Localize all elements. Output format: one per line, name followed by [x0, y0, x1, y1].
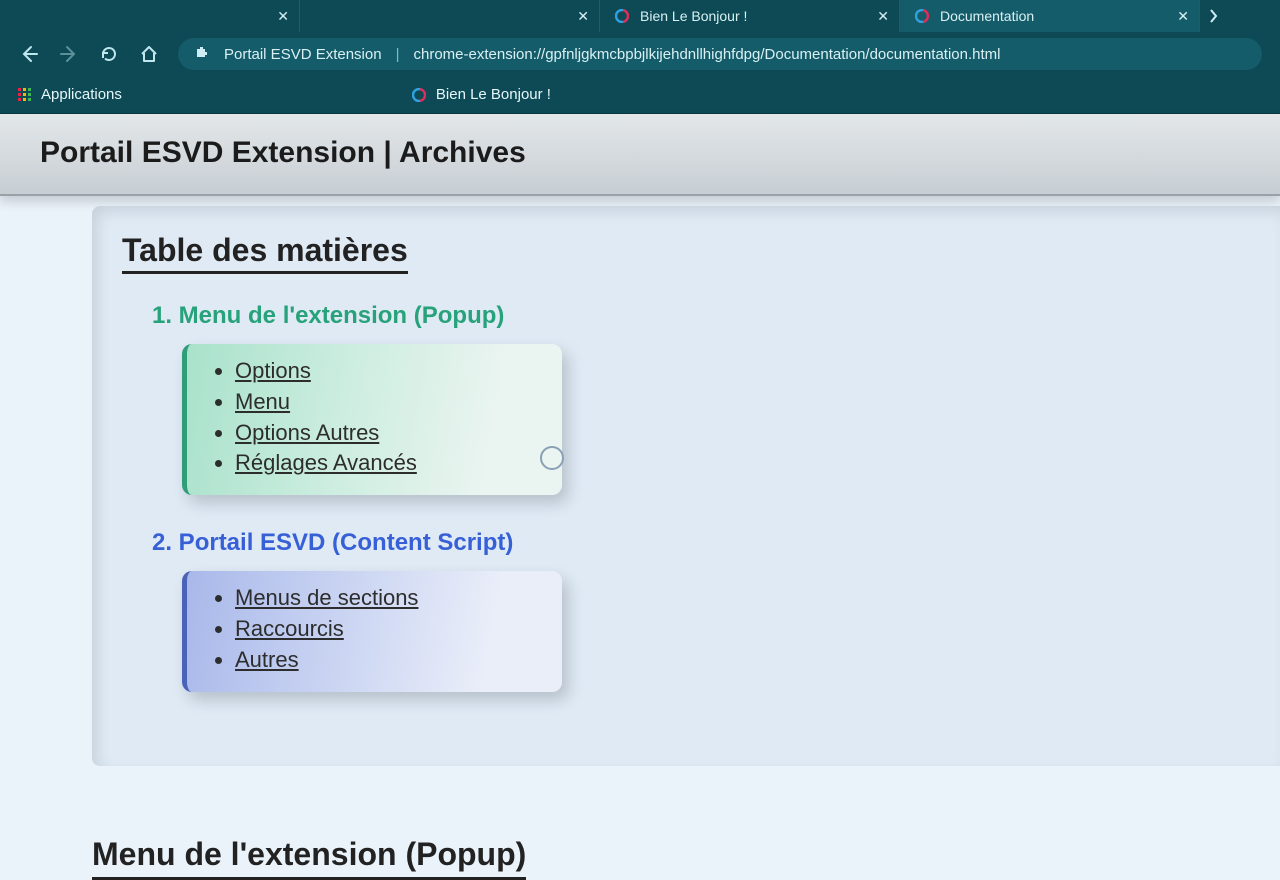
- extension-favicon-icon: [412, 88, 426, 102]
- toc-section-popup[interactable]: 1. Menu de l'extension (Popup): [152, 302, 1280, 330]
- toc-link-options[interactable]: Options: [235, 358, 311, 383]
- address-bar[interactable]: Portail ESVD Extension | chrome-extensio…: [178, 38, 1262, 70]
- apps-grid-icon: [18, 88, 31, 101]
- toc-link-reglages-avances[interactable]: Réglages Avancés: [235, 450, 417, 475]
- toc-link-menus-sections[interactable]: Menus de sections: [235, 585, 418, 610]
- list-item: Options: [235, 356, 538, 387]
- tab-1[interactable]: ✕: [0, 0, 300, 32]
- toc-link-options-autres[interactable]: Options Autres: [235, 420, 379, 445]
- reload-button[interactable]: [98, 43, 120, 65]
- list-item: Options Autres: [235, 418, 538, 449]
- arrow-right-icon: [59, 44, 79, 64]
- tab-documentation[interactable]: Documentation ✕: [900, 0, 1200, 32]
- tab-bien-le-bonjour[interactable]: Bien Le Bonjour ! ✕: [600, 0, 900, 32]
- bookmark-bien-le-bonjour[interactable]: Bien Le Bonjour !: [412, 86, 551, 103]
- close-icon[interactable]: ✕: [577, 9, 589, 23]
- tab-title: Documentation: [940, 8, 1034, 24]
- tab-2[interactable]: ✕: [300, 0, 600, 32]
- bookmark-applications[interactable]: Applications: [18, 86, 122, 103]
- reload-icon: [99, 44, 119, 64]
- list-item: Autres: [235, 645, 538, 676]
- home-button[interactable]: [138, 43, 160, 65]
- table-of-contents: Table des matières 1. Menu de l'extensio…: [92, 206, 1280, 766]
- arrow-left-icon: [19, 44, 39, 64]
- close-icon[interactable]: ✕: [877, 9, 889, 23]
- documentation-page: Portail ESVD Extension | Archives Table …: [0, 114, 1280, 880]
- close-icon[interactable]: ✕: [1177, 9, 1189, 23]
- toc-section-content-script[interactable]: 2. Portail ESVD (Content Script): [152, 529, 1280, 557]
- bookmarks-bar: Applications Bien Le Bonjour !: [0, 76, 1280, 114]
- list-item: Raccourcis: [235, 614, 538, 645]
- close-icon[interactable]: ✕: [277, 9, 289, 23]
- toc-card-content-script: Menus de sections Raccourcis Autres: [182, 571, 562, 691]
- address-divider: |: [396, 46, 400, 63]
- back-button[interactable]: [18, 43, 40, 65]
- address-url: chrome-extension://gpfnljgkmcbpbjlkijehd…: [413, 46, 1000, 63]
- list-item: Menus de sections: [235, 583, 538, 614]
- toc-card-popup: Options Menu Options Autres Réglages Ava…: [182, 344, 562, 495]
- home-icon: [139, 44, 159, 64]
- chevron-right-icon: [1209, 6, 1219, 26]
- list-item: Menu: [235, 387, 538, 418]
- page-title: Portail ESVD Extension | Archives: [40, 136, 1240, 170]
- forward-button[interactable]: [58, 43, 80, 65]
- extension-favicon-icon: [614, 8, 630, 24]
- extension-favicon-icon: [914, 8, 930, 24]
- new-tab-button[interactable]: [1200, 0, 1228, 32]
- tab-title: Bien Le Bonjour !: [640, 8, 747, 24]
- browser-chrome: ✕ ✕ Bien Le Bonjour ! ✕ Documentation ✕: [0, 0, 1280, 114]
- toc-link-raccourcis[interactable]: Raccourcis: [235, 616, 344, 641]
- section-heading-popup: Menu de l'extension (Popup): [92, 836, 526, 880]
- page-banner: Portail ESVD Extension | Archives: [0, 114, 1280, 196]
- address-extension-label: Portail ESVD Extension: [224, 46, 382, 63]
- toc-link-autres[interactable]: Autres: [235, 647, 299, 672]
- toc-link-menu[interactable]: Menu: [235, 389, 290, 414]
- bookmark-label: Bien Le Bonjour !: [436, 86, 551, 103]
- bookmark-label: Applications: [41, 86, 122, 103]
- extension-icon: [194, 44, 210, 64]
- tab-strip: ✕ ✕ Bien Le Bonjour ! ✕ Documentation ✕: [0, 0, 1280, 32]
- toolbar: Portail ESVD Extension | chrome-extensio…: [0, 32, 1280, 76]
- toc-heading: Table des matières: [122, 232, 408, 274]
- list-item: Réglages Avancés: [235, 448, 538, 479]
